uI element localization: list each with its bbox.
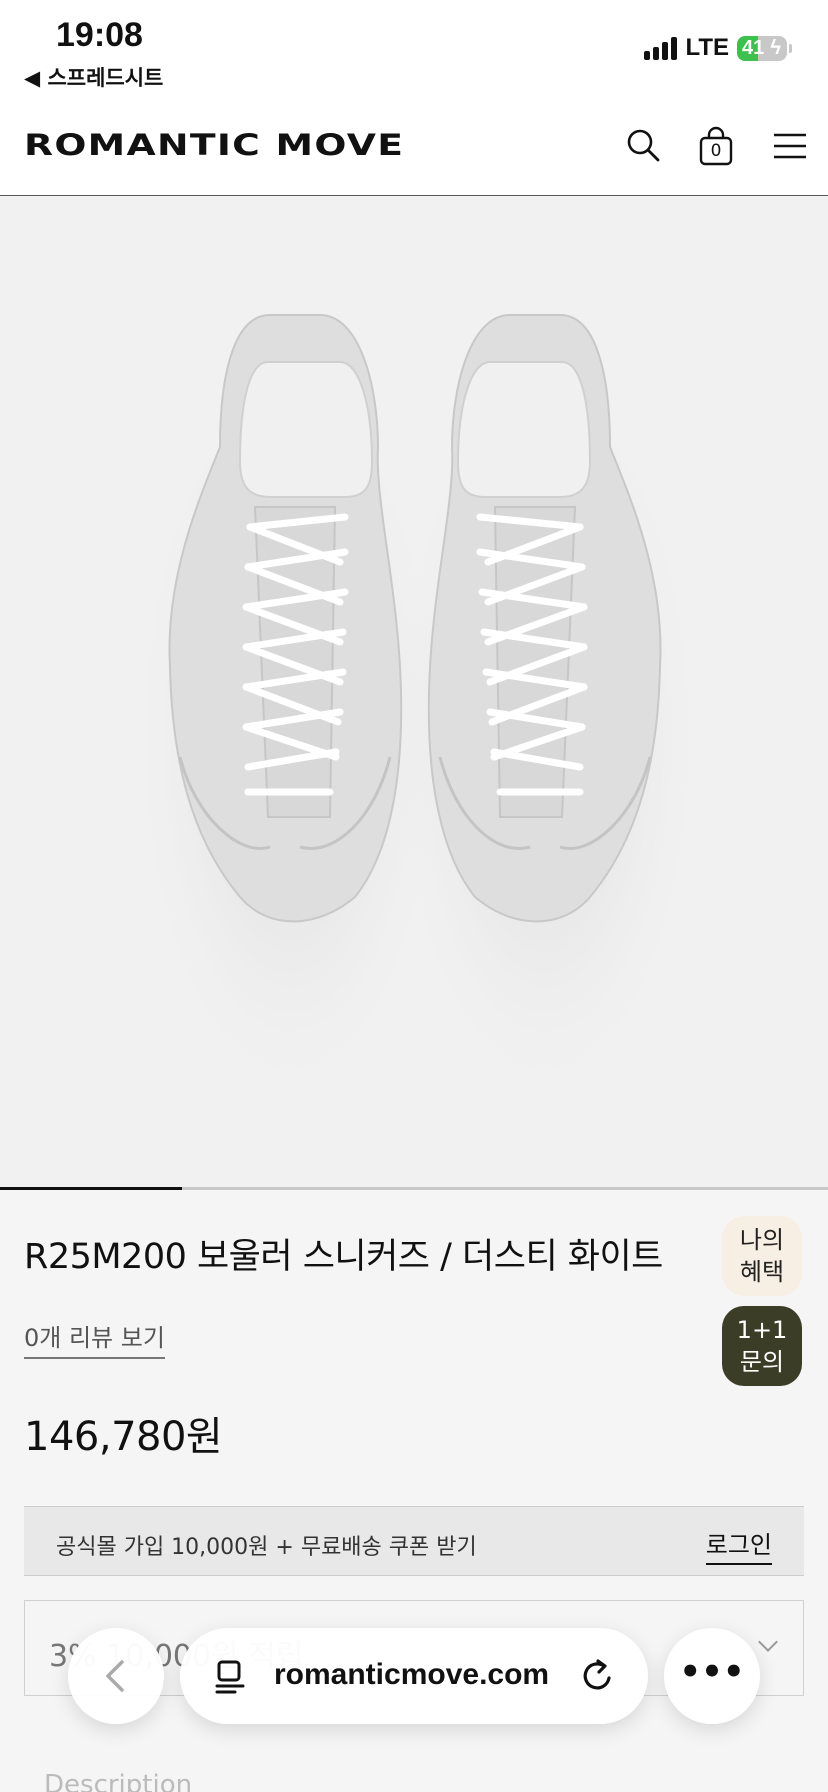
battery-percent: 41 (742, 36, 765, 59)
product-price: 146,780원 (24, 1414, 223, 1460)
hamburger-menu-icon[interactable] (770, 126, 810, 166)
network-label: LTE (685, 34, 729, 61)
inquiry-button[interactable]: 1+1 문의 (722, 1306, 802, 1386)
cart-count: 0 (710, 141, 722, 161)
back-to-app-link[interactable]: ◀ 스프레드시트 (24, 62, 163, 92)
product-image[interactable] (0, 197, 828, 1188)
status-indicators: LTE 41 ϟ (644, 34, 792, 62)
login-link[interactable]: 로그인 (705, 1525, 772, 1565)
brand-logo[interactable]: ROMANTIC MOVE (24, 128, 404, 162)
chevron-down-icon (758, 1632, 778, 1652)
cart-button[interactable]: 0 (696, 126, 736, 166)
product-title: R25M200 보울러 스니커즈 / 더스티 화이트 (24, 1237, 663, 1277)
search-icon[interactable] (624, 126, 664, 166)
browser-back-button[interactable] (68, 1628, 164, 1724)
sneakers-image (140, 314, 695, 1087)
benefit-label-line2: 혜택 (739, 1258, 785, 1286)
gallery-progress (0, 1187, 828, 1190)
coupon-banner: 공식몰 가입 10,000원 + 무료배송 쿠폰 받기 로그인 (24, 1506, 804, 1576)
inquiry-label-line1: 1+1 (736, 1316, 788, 1344)
url-text: romanticmove.com (274, 1658, 550, 1691)
review-link[interactable]: 0개 리뷰 보기 (24, 1318, 165, 1359)
gallery-progress-indicator (0, 1187, 183, 1190)
more-options-button[interactable]: ••• (664, 1628, 760, 1724)
signal-icon (644, 36, 678, 60)
site-header: ROMANTIC MOVE 0 (0, 100, 828, 196)
inquiry-label-line2: 문의 (739, 1348, 785, 1376)
coupon-text: 공식몰 가입 10,000원 + 무료배송 쿠폰 받기 (56, 1535, 477, 1560)
status-time: 19:08 (56, 16, 143, 54)
description-heading: Description (44, 1770, 193, 1792)
benefit-label-line1: 나의 (739, 1226, 785, 1254)
chevron-left-icon (106, 1660, 124, 1692)
reload-icon[interactable] (578, 1656, 618, 1696)
my-benefit-button[interactable]: 나의 혜택 (722, 1216, 802, 1296)
battery-icon: 41 ϟ (737, 35, 787, 61)
status-bar: 19:08 ◀ 스프레드시트 LTE 41 ϟ (0, 0, 828, 100)
page-menu-icon[interactable] (210, 1656, 250, 1696)
address-bar[interactable]: romanticmove.com (180, 1628, 648, 1724)
